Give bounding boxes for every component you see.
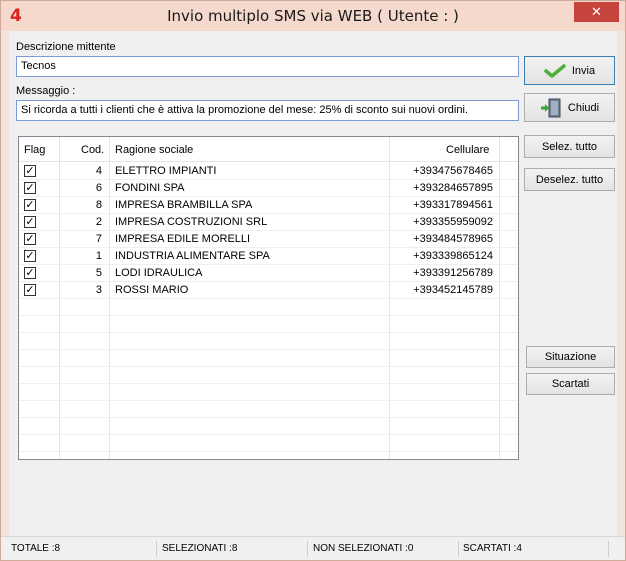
message-label: Messaggio : (16, 85, 76, 97)
row-name: FONDINI SPA (115, 182, 185, 194)
empty-row (19, 401, 518, 418)
row-code: 5 (95, 267, 102, 279)
select-all-label: Selez. tutto (541, 140, 598, 153)
status-discarded: SCARTATI :4 (461, 541, 609, 557)
status-button[interactable]: Situazione (526, 346, 615, 368)
header-phone[interactable]: Cellulare (446, 144, 489, 156)
table-row[interactable]: ✓ 4 ELETTRO IMPIANTI +393475678465 (19, 163, 518, 180)
row-code: 4 (95, 165, 102, 177)
empty-row (19, 299, 518, 316)
row-phone: +393339865124 (413, 250, 493, 262)
row-checkbox[interactable]: ✓ (24, 267, 36, 279)
client-area: Descrizione mittente Tecnos Messaggio : … (9, 31, 617, 554)
empty-row (19, 367, 518, 384)
row-phone: +393391256789 (413, 267, 493, 279)
row-code: 1 (95, 250, 102, 262)
table-row[interactable]: ✓ 7 IMPRESA EDILE MORELLI +393484578965 (19, 231, 518, 248)
deselect-all-button[interactable]: Deselez. tutto (524, 168, 615, 191)
exit-door-icon (540, 98, 561, 117)
deselect-all-label: Deselez. tutto (535, 173, 604, 186)
row-checkbox[interactable]: ✓ (24, 216, 36, 228)
row-checkbox[interactable]: ✓ (24, 165, 36, 177)
empty-row (19, 418, 518, 435)
row-phone: +393484578965 (413, 233, 493, 245)
row-checkbox[interactable]: ✓ (24, 233, 36, 245)
status-button-label: Situazione (544, 351, 597, 363)
message-field[interactable]: Si ricorda a tutti i clienti che è attiv… (16, 100, 519, 121)
empty-row (19, 452, 518, 459)
row-name: LODI IDRAULICA (115, 267, 203, 279)
table-row[interactable]: ✓ 2 IMPRESA COSTRUZIONI SRL +393355959092 (19, 214, 518, 231)
row-checkbox[interactable]: ✓ (24, 250, 36, 262)
empty-row (19, 435, 518, 452)
header-name[interactable]: Ragione sociale (115, 144, 193, 156)
empty-row (19, 316, 518, 333)
select-all-button[interactable]: Selez. tutto (524, 135, 615, 158)
row-code: 7 (95, 233, 102, 245)
row-phone: +393317894561 (413, 199, 493, 211)
row-phone: +393355959092 (413, 216, 493, 228)
sender-field[interactable]: Tecnos (16, 56, 519, 77)
table-row[interactable]: ✓ 1 INDUSTRIA ALIMENTARE SPA +393339865124 (19, 248, 518, 265)
close-button-label: Chiudi (567, 101, 600, 114)
status-selected: SELEZIONATI :8 (160, 541, 308, 557)
window-close-button[interactable]: ✕ (574, 2, 619, 22)
discarded-button[interactable]: Scartati (526, 373, 615, 395)
title-bar[interactable]: 4 Invio multiplo SMS via WEB ( Utente : … (1, 1, 625, 31)
send-button-label: Invia (571, 64, 596, 77)
row-name: INDUSTRIA ALIMENTARE SPA (115, 250, 270, 262)
status-total: TOTALE :8 (9, 541, 157, 557)
row-name: IMPRESA EDILE MORELLI (115, 233, 251, 245)
empty-row (19, 333, 518, 350)
grid-header: Flag Cod. Ragione sociale Cellulare (19, 137, 518, 162)
empty-row (19, 384, 518, 401)
row-name: ELETTRO IMPIANTI (115, 165, 217, 177)
row-checkbox[interactable]: ✓ (24, 199, 36, 211)
table-row[interactable]: ✓ 5 LODI IDRAULICA +393391256789 (19, 265, 518, 282)
row-phone: +393452145789 (413, 284, 493, 296)
sender-label: Descrizione mittente (16, 41, 116, 53)
header-code[interactable]: Cod. (81, 144, 104, 156)
row-name: IMPRESA BRAMBILLA SPA (115, 199, 253, 211)
empty-row (19, 350, 518, 367)
table-row[interactable]: ✓ 6 FONDINI SPA +393284657895 (19, 180, 518, 197)
status-unselected: NON SELEZIONATI :0 (311, 541, 459, 557)
check-icon (544, 63, 566, 78)
table-row[interactable]: ✓ 3 ROSSI MARIO +393452145789 (19, 282, 518, 299)
sms-window: 4 Invio multiplo SMS via WEB ( Utente : … (0, 0, 626, 561)
recipients-grid[interactable]: Flag Cod. Ragione sociale Cellulare ✓ 4 EL… (18, 136, 519, 460)
row-code: 8 (95, 199, 102, 211)
row-code: 6 (95, 182, 102, 194)
row-name: IMPRESA COSTRUZIONI SRL (115, 216, 268, 228)
row-name: ROSSI MARIO (115, 284, 189, 296)
send-button[interactable]: Invia (524, 56, 615, 85)
row-code: 3 (95, 284, 102, 296)
header-flag[interactable]: Flag (24, 144, 45, 156)
row-checkbox[interactable]: ✓ (24, 284, 36, 296)
table-row[interactable]: ✓ 8 IMPRESA BRAMBILLA SPA +393317894561 (19, 197, 518, 214)
close-button[interactable]: Chiudi (524, 93, 615, 122)
row-phone: +393475678465 (413, 165, 493, 177)
discarded-button-label: Scartati (551, 378, 590, 390)
row-checkbox[interactable]: ✓ (24, 182, 36, 194)
window-title: Invio multiplo SMS via WEB ( Utente : ) (167, 7, 459, 25)
row-phone: +393284657895 (413, 182, 493, 194)
row-code: 2 (95, 216, 102, 228)
status-bar: TOTALE :8 SELEZIONATI :8 NON SELEZIONATI… (1, 536, 625, 560)
